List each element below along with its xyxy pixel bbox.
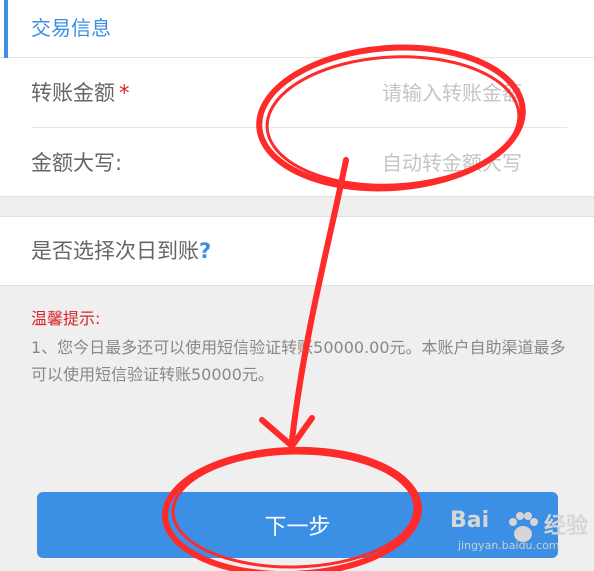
next-day-label: 是否选择次日到账?	[31, 236, 211, 266]
annotation-arrow-line	[289, 157, 349, 443]
baidu-watermark-logo: Bai	[450, 508, 489, 533]
section-accent-bar	[4, 0, 8, 58]
watermark-logo-suffix: 经验	[544, 514, 589, 539]
transfer-page: 交易信息 转账金额 * 请输入转账金额 金额大写: 自动转金额大写 是否选择次日到…	[0, 0, 594, 571]
watermark-url: jingyan.baidu.com	[458, 539, 560, 552]
section-title: 交易信息	[31, 16, 111, 40]
amount-label-text: 转账金额	[31, 81, 115, 105]
amount-label: 转账金额 *	[31, 78, 130, 108]
transfer-form: 转账金额 * 请输入转账金额 金额大写: 自动转金额大写	[0, 58, 594, 197]
next-day-option[interactable]: 是否选择次日到账?	[0, 216, 594, 286]
annotation-arrow-head	[259, 415, 315, 449]
next-day-label-text: 是否选择次日到账	[31, 239, 199, 263]
amount-row[interactable]: 转账金额 * 请输入转账金额	[0, 58, 594, 128]
required-mark: *	[119, 81, 130, 105]
amount-upper-field: 自动转金额大写	[382, 151, 522, 175]
section-header: 交易信息	[0, 0, 594, 58]
amount-upper-label: 金额大写:	[31, 151, 123, 175]
tips-title: 温馨提示:	[31, 309, 101, 328]
help-icon[interactable]: ?	[199, 239, 211, 263]
watermark-logo-text: Bai	[450, 508, 490, 533]
amount-input[interactable]: 请输入转账金额	[382, 78, 522, 108]
amount-upper-row: 金额大写: 自动转金额大写	[0, 128, 594, 198]
tips-body: 1、您今日最多还可以使用短信验证转账50000.00元。本账户自助渠道最多可以使…	[31, 338, 566, 384]
